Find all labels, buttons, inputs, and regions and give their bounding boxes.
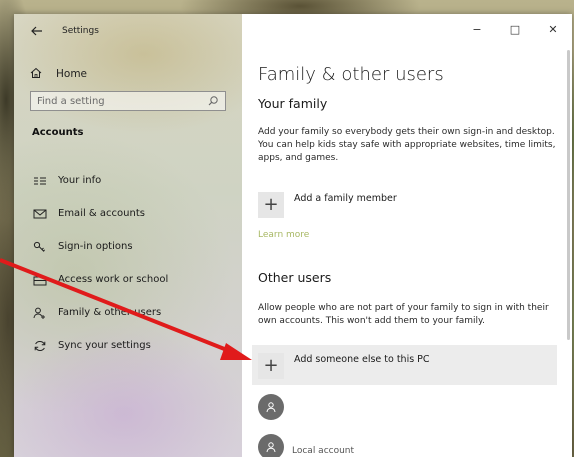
add-family-member-button[interactable]: + Add a family member — [252, 188, 557, 228]
other-users-heading: Other users — [258, 270, 332, 285]
search-input[interactable] — [31, 92, 207, 110]
settings-window: Settings Home Accounts Your info — [14, 14, 572, 457]
maximize-button[interactable]: □ — [496, 14, 534, 44]
sidebar-item-label: Email & accounts — [58, 208, 145, 219]
sidebar-item-sync-settings[interactable]: Sync your settings — [14, 329, 242, 362]
key-icon — [32, 240, 48, 254]
plus-icon: + — [258, 192, 284, 218]
sidebar-item-label: Sync your settings — [58, 340, 151, 351]
search-box[interactable] — [30, 91, 226, 111]
back-arrow-icon[interactable] — [30, 24, 44, 38]
user-label: Local account — [292, 446, 355, 456]
home-label: Home — [56, 68, 88, 80]
scrollbar[interactable] — [567, 50, 570, 340]
home-icon — [30, 67, 46, 82]
nav-list: Your info Email & accounts Sign-in optio… — [14, 164, 242, 362]
sidebar-item-access-work-school[interactable]: Access work or school — [14, 263, 242, 296]
mail-icon — [32, 207, 48, 221]
add-someone-else-label: Add someone else to this PC — [294, 354, 430, 365]
person-list-icon — [32, 174, 48, 188]
add-someone-else-button[interactable]: + Add someone else to this PC — [252, 345, 557, 385]
sidebar-item-label: Family & other users — [58, 307, 162, 318]
avatar — [258, 434, 284, 457]
person-icon — [266, 442, 276, 453]
sidebar-item-family-other-users[interactable]: Family & other users — [14, 296, 242, 329]
other-users-description: Allow people who are not part of your fa… — [258, 303, 549, 326]
nav-home[interactable]: Home — [30, 64, 87, 84]
learn-more-link[interactable]: Learn more — [258, 230, 309, 240]
avatar — [258, 394, 284, 420]
close-button[interactable]: ✕ — [534, 14, 572, 44]
sidebar-item-your-info[interactable]: Your info — [14, 164, 242, 197]
add-family-member-label: Add a family member — [294, 193, 397, 204]
section-label-accounts: Accounts — [32, 127, 84, 138]
page-title: Family & other users — [258, 64, 444, 85]
sidebar-item-email-accounts[interactable]: Email & accounts — [14, 197, 242, 230]
app-title: Settings — [62, 26, 99, 36]
search-icon[interactable] — [207, 95, 219, 107]
briefcase-icon — [32, 273, 48, 287]
nav-pane: Settings Home Accounts Your info — [14, 14, 242, 457]
plus-icon: + — [258, 353, 284, 379]
title-bar: Settings — [14, 14, 242, 48]
your-family-heading: Your family — [258, 96, 328, 111]
content-pane: − □ ✕ Family & other users Your family A… — [242, 14, 572, 457]
sidebar-item-label: Your info — [58, 175, 102, 186]
sidebar-item-label: Sign-in options — [58, 241, 133, 252]
person-add-icon — [32, 306, 48, 320]
sidebar-item-label: Access work or school — [58, 274, 169, 285]
sync-icon — [32, 339, 48, 353]
window-controls: − □ ✕ — [458, 14, 572, 48]
your-family-description: Add your family so everybody gets their … — [258, 127, 556, 163]
sidebar-item-sign-in-options[interactable]: Sign-in options — [14, 230, 242, 263]
minimize-button[interactable]: − — [458, 14, 496, 44]
person-icon — [266, 402, 276, 413]
